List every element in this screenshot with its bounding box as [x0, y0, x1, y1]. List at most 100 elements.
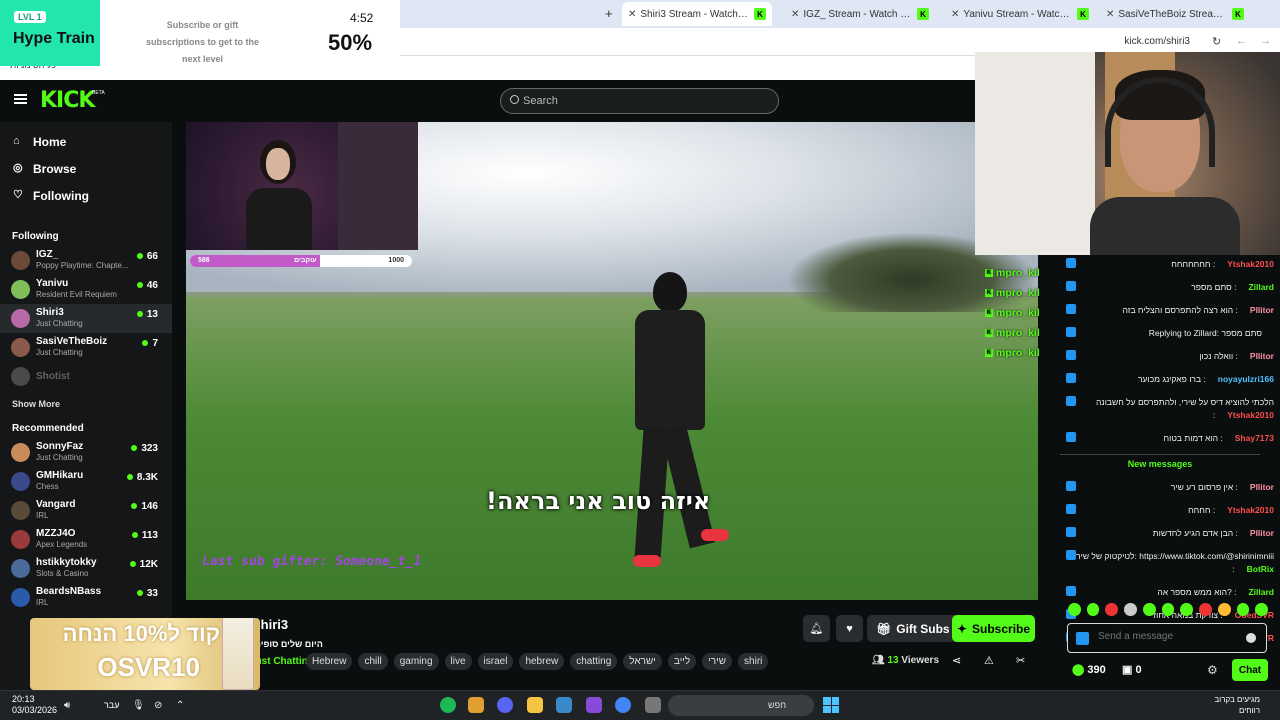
reload-icon[interactable]: ↻: [1212, 35, 1221, 48]
emote-icon[interactable]: [1199, 603, 1212, 616]
chat-username[interactable]: Zillard: [1248, 282, 1274, 292]
chat-username[interactable]: Pllitor: [1250, 305, 1274, 315]
chevron-up-icon[interactable]: ⌃: [176, 700, 184, 711]
sidebar-channel-vangard[interactable]: Vangard IRL 146: [0, 496, 172, 525]
tag[interactable]: israel: [477, 653, 514, 670]
nav-browse[interactable]: ◎ Browse: [0, 155, 172, 182]
chrome-icon[interactable]: [615, 697, 631, 713]
tag[interactable]: chatting: [570, 653, 618, 670]
chat-username[interactable]: Shay7173: [1235, 433, 1274, 443]
folder-icon[interactable]: [527, 697, 543, 713]
tag[interactable]: שירי: [702, 653, 733, 670]
chat-input[interactable]: [1098, 631, 1238, 642]
chat-username[interactable]: Ytshak2010: [1227, 259, 1274, 269]
sidebar-channel-sasivetheboiz[interactable]: SasiVeTheBoiz Just Chatting 7: [0, 333, 172, 362]
new-tab-button[interactable]: +: [605, 6, 613, 21]
chat-username[interactable]: Pllitor: [1250, 482, 1274, 492]
language-indicator[interactable]: עבר: [104, 700, 119, 710]
sidebar-channel-shiri3[interactable]: Shiri3 Just Chatting 13: [0, 304, 172, 333]
chat-message-list[interactable]: חחחחחחח : Ytshak2010 סתם מספר : Zillard הוא …: [1040, 255, 1280, 646]
sidebar-channel-beardsnbass[interactable]: BeardsNBass IRL 33: [0, 583, 172, 612]
tab-sasivetheboiz[interactable]: ✕SasiVeTheBoiz Stream - WatchK: [1100, 2, 1250, 26]
emote-icon[interactable]: [1161, 603, 1175, 616]
app-icon[interactable]: [468, 697, 484, 713]
emote-icon[interactable]: [1255, 603, 1269, 616]
new-messages-divider[interactable]: New messages: [1060, 454, 1260, 470]
chat-username[interactable]: Pllitor: [1250, 528, 1274, 538]
clock[interactable]: 20:13 03/03/2026: [12, 694, 57, 716]
sidebar-channel-gmhikaru[interactable]: GMHikaru Chess 8.3K: [0, 467, 172, 496]
tag[interactable]: live: [444, 653, 472, 670]
taskbar-search[interactable]: חפש: [668, 695, 814, 716]
windows-start-icon[interactable]: [823, 697, 839, 713]
kick-logo[interactable]: KICK: [40, 88, 95, 113]
tag[interactable]: ישראל: [623, 653, 662, 670]
report-icon[interactable]: ⚠: [984, 654, 994, 667]
tab-yanivu[interactable]: ✕Yanivu Stream - Watch Live onK: [945, 2, 1095, 26]
volume-icon[interactable]: 🔊︎: [64, 700, 70, 711]
network-icon[interactable]: ⊘: [154, 700, 162, 711]
sidebar-channel-hstikkytokky[interactable]: hstikkytokky Slots & Casino 12K: [0, 554, 172, 583]
back-icon[interactable]: ←: [1236, 35, 1247, 47]
video-player[interactable]: 586 עוקבים 1000 איזה טוב אני בראה! Last …: [186, 122, 1038, 600]
emote-icon[interactable]: [1068, 603, 1081, 616]
tag[interactable]: Hebrew: [306, 653, 353, 670]
tag[interactable]: gaming: [393, 653, 439, 670]
gear-icon[interactable]: ⚙: [1207, 663, 1218, 677]
heart-follow-icon[interactable]: ♥: [836, 615, 863, 642]
search-input[interactable]: Search: [500, 88, 779, 114]
forward-icon[interactable]: →: [1260, 35, 1271, 47]
tag[interactable]: chill: [358, 653, 388, 670]
discord-icon[interactable]: [497, 697, 513, 713]
emote-icon[interactable]: [1124, 603, 1137, 616]
tag[interactable]: לייב: [667, 653, 697, 670]
notification-text[interactable]: מגיעים בקרוב רווחים: [1200, 694, 1260, 716]
close-icon[interactable]: ✕: [951, 9, 959, 20]
share-icon[interactable]: ⋖: [952, 654, 961, 667]
bell-icon[interactable]: 🔔︎: [803, 615, 830, 642]
tab-shiri3[interactable]: ✕Shiri3 Stream - Watch Live oK: [622, 2, 772, 26]
chat-username[interactable]: Pllitor: [1250, 351, 1274, 361]
emote-icon[interactable]: [1180, 603, 1194, 616]
emote-icon[interactable]: [1086, 603, 1100, 616]
close-icon[interactable]: ✕: [791, 9, 799, 20]
show-more-link[interactable]: Show More: [0, 391, 172, 417]
close-icon[interactable]: ✕: [1106, 9, 1114, 20]
promo-ad[interactable]: קוד ל10% הנחה OSVR10: [30, 618, 260, 690]
nav-following[interactable]: ♡ Following: [0, 182, 172, 209]
chat-input-box[interactable]: [1067, 623, 1267, 653]
chat-username[interactable]: BotRix: [1247, 564, 1274, 574]
sidebar-channel-yanivu[interactable]: Yanivu Resident Evil Requiem 46: [0, 275, 172, 304]
chat-username[interactable]: Zillard: [1248, 587, 1274, 597]
mic-icon[interactable]: 🎙︎: [132, 700, 145, 711]
tag[interactable]: shiri: [738, 653, 769, 670]
telegram-icon[interactable]: [556, 697, 572, 713]
url-text[interactable]: kick.com/shiri3: [1124, 36, 1190, 47]
emote-icon[interactable]: [1236, 603, 1250, 616]
emoji-icon[interactable]: [1246, 633, 1256, 643]
nav-home[interactable]: ⌂ Home: [0, 128, 172, 155]
subscribe-button[interactable]: ✦ Subscribe: [952, 615, 1035, 642]
chat-username[interactable]: noyayulzri166: [1218, 374, 1274, 384]
chat-username[interactable]: Ytshak2010: [1227, 505, 1274, 515]
emote-icon[interactable]: [1217, 603, 1231, 616]
gift-count[interactable]: ▣ 0: [1122, 663, 1142, 676]
send-chat-button[interactable]: Chat: [1232, 659, 1268, 681]
clip-icon[interactable]: ✂: [1016, 654, 1025, 667]
close-icon[interactable]: ✕: [628, 9, 636, 20]
app-icon[interactable]: [645, 697, 661, 713]
spotify-icon[interactable]: [440, 697, 456, 713]
sidebar-channel-sonnyfaz[interactable]: SonnyFaz Just Chatting 323: [0, 438, 172, 467]
app-icon[interactable]: [586, 697, 602, 713]
sidebar-channel-mzzj4o[interactable]: MZZJ4O Apex Legends 113: [0, 525, 172, 554]
emote-icon[interactable]: [1105, 603, 1119, 616]
tab-igz[interactable]: ✕IGZ_ Stream - Watch Live on KK: [785, 2, 935, 26]
gift-subs-button[interactable]: 🎁︎ Gift Subs: [867, 615, 959, 642]
sidebar-channel-igz[interactable]: IGZ_ Poppy Playtime: Chapte... 66: [0, 246, 172, 275]
sidebar-channel-shotist[interactable]: Shotist: [0, 362, 172, 391]
chat-username[interactable]: Ytshak2010: [1227, 410, 1274, 420]
tag[interactable]: hebrew: [519, 653, 565, 670]
channel-points[interactable]: ⬤ 390: [1072, 663, 1106, 676]
emote-icon[interactable]: [1142, 603, 1156, 616]
menu-icon[interactable]: [14, 94, 27, 104]
